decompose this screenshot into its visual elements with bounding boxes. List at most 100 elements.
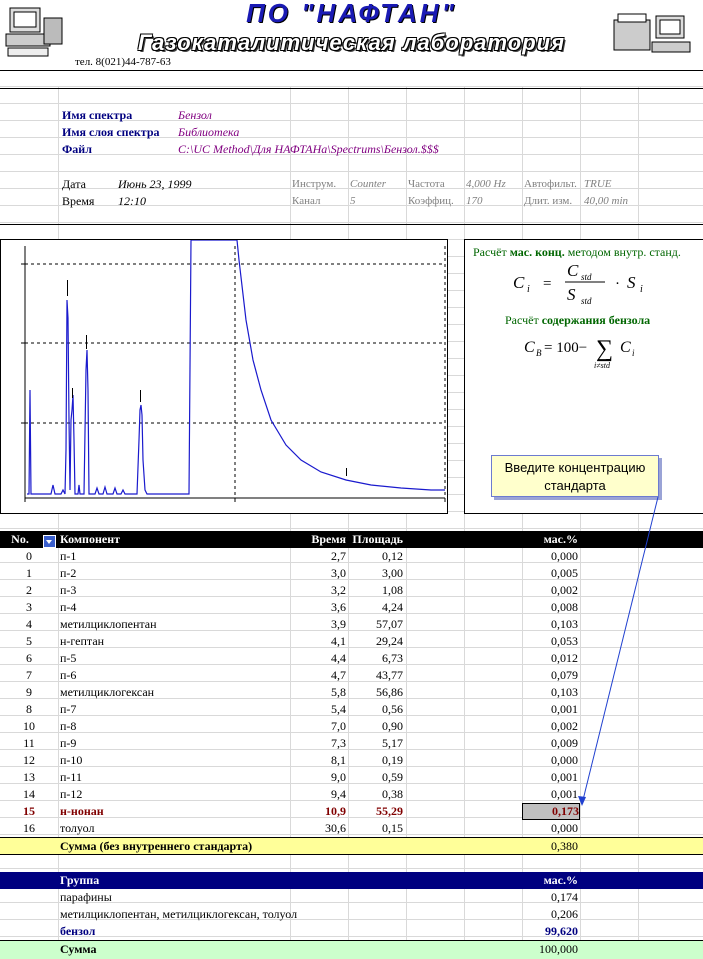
divider — [0, 88, 703, 89]
row-no: 9 — [26, 685, 32, 699]
autofilter-label: Автофильт. — [524, 178, 577, 190]
row-time: 3,0 — [331, 566, 346, 580]
header-banner: ПО "НАФТАН" Газокаталитическая лаборатор… — [0, 0, 703, 70]
row-area: 5,17 — [382, 736, 403, 750]
total-row: Сумма 100,000 — [0, 940, 703, 959]
row-no: 13 — [23, 770, 35, 784]
row-component: п-5 — [60, 651, 77, 665]
row-no: 14 — [23, 787, 35, 801]
row-area: 3,00 — [382, 566, 403, 580]
table-row: 11 п-9 7,3 5,17 0,009 — [0, 735, 703, 752]
autofilter-value: TRUE — [584, 178, 612, 190]
sum-value: 0,380 — [551, 839, 578, 853]
row-area: 0,56 — [382, 702, 403, 716]
instr-value: Counter — [350, 178, 387, 190]
layer-name-label: Имя слоя спектра — [62, 125, 160, 139]
calc1-bold: мас. конц. — [509, 245, 565, 259]
row-no: 12 — [23, 753, 35, 767]
row-mass: 0,103 — [551, 685, 578, 699]
row-mass: 0,002 — [551, 719, 578, 733]
svg-text:C: C — [524, 339, 535, 356]
row-no: 2 — [26, 583, 32, 597]
row-component: н-нонан — [60, 804, 104, 818]
total-value: 100,000 — [539, 942, 578, 956]
row-mass: 0,002 — [551, 583, 578, 597]
row-component: н-гептан — [60, 634, 105, 648]
col-time: Время — [311, 532, 346, 546]
date-label: Дата — [62, 177, 86, 191]
sum-row: Сумма (без внутреннего стандарта) 0,380 — [0, 837, 703, 855]
row-component: п-2 — [60, 566, 77, 580]
divider — [0, 70, 703, 71]
row-time: 3,2 — [331, 583, 346, 597]
spectrum-name-value: Бензол — [178, 108, 212, 122]
row-mass: 0,005 — [551, 566, 578, 580]
row-no: 1 — [26, 566, 32, 580]
file-value: C:\UC Method\Для НАФТАНа\Spectrums\Бензо… — [178, 142, 439, 156]
row-area: 0,19 — [382, 753, 403, 767]
divider — [0, 224, 703, 225]
group-name: парафины — [60, 890, 112, 904]
table-row: 12 п-10 8,1 0,19 0,000 — [0, 752, 703, 769]
row-time: 8,1 — [331, 753, 346, 767]
row-component: п-3 — [60, 583, 77, 597]
company-title: ПО "НАФТАН" — [246, 0, 457, 28]
table-row: 13 п-11 9,0 0,59 0,001 — [0, 769, 703, 786]
row-area: 4,24 — [382, 600, 403, 614]
layer-name-value: Библиотека — [178, 125, 240, 139]
enter-standard-concentration-callout: Введите концентрацию стандарта — [491, 455, 659, 497]
row-area: 56,86 — [376, 685, 403, 699]
table-row: 3 п-4 3,6 4,24 0,008 — [0, 599, 703, 616]
group-row: метилциклопентан, метилциклогексан, толу… — [0, 906, 703, 923]
table-row: 10 п-8 7,0 0,90 0,002 — [0, 718, 703, 735]
row-area: 55,29 — [376, 804, 403, 818]
calc1-suffix: методом внутр. станд. — [564, 245, 681, 259]
group-row: бензол 99,620 — [0, 923, 703, 940]
row-no: 16 — [23, 821, 35, 835]
row-component: толуол — [60, 821, 95, 835]
callout-text: Введите концентрацию стандарта — [504, 460, 646, 493]
coef-label: Коэффиц. — [408, 195, 454, 207]
table-row: 8 п-7 5,4 0,56 0,001 — [0, 701, 703, 718]
table-row: 9 метилциклогексан 5,8 56,86 0,103 — [0, 684, 703, 701]
row-component: метилциклопентан — [60, 617, 157, 631]
col-no: No. — [11, 532, 29, 546]
row-area: 43,77 — [376, 668, 403, 682]
table-row: 16 толуол 30,6 0,15 0,000 — [0, 820, 703, 837]
svg-text:S: S — [567, 285, 576, 304]
standard-concentration-cell[interactable]: 0,173 — [522, 803, 580, 820]
row-component: п-8 — [60, 719, 77, 733]
time-label: Время — [62, 194, 95, 208]
svg-text:S: S — [627, 273, 636, 292]
row-time: 4,4 — [331, 651, 346, 665]
group-mass: 0,174 — [551, 890, 578, 904]
chromatogram-panel — [0, 239, 448, 514]
date-value: Июнь 23, 1999 — [118, 177, 192, 191]
svg-text:i≠std: i≠std — [594, 361, 611, 370]
coef-value: 170 — [466, 195, 483, 207]
row-no: 4 — [26, 617, 32, 631]
row-area: 6,73 — [382, 651, 403, 665]
lab-title: Газокаталитическая лаборатория — [137, 30, 566, 55]
row-no: 5 — [26, 634, 32, 648]
table-row: 0 п-1 2,7 0,12 0,000 — [0, 548, 703, 565]
row-component: п-10 — [60, 753, 83, 767]
freq-value: 4,000 Hz — [466, 178, 506, 190]
row-mass: 0,001 — [551, 787, 578, 801]
row-area: 0,59 — [382, 770, 403, 784]
row-no: 0 — [26, 549, 32, 563]
svg-text:C: C — [620, 339, 631, 356]
row-component: п-7 — [60, 702, 77, 716]
row-time: 5,8 — [331, 685, 346, 699]
row-mass: 0,000 — [551, 821, 578, 835]
row-mass: 0,012 — [551, 651, 578, 665]
row-no: 7 — [26, 668, 32, 682]
channel-value: 5 — [350, 195, 356, 207]
table-row: 6 п-5 4,4 6,73 0,012 — [0, 650, 703, 667]
row-time: 10,9 — [325, 804, 346, 818]
row-time: 4,1 — [331, 634, 346, 648]
row-component: метилциклогексан — [60, 685, 155, 699]
table-row: 14 п-12 9,4 0,38 0,001 — [0, 786, 703, 803]
row-time: 5,4 — [331, 702, 346, 716]
group-row: парафины 0,174 — [0, 889, 703, 906]
